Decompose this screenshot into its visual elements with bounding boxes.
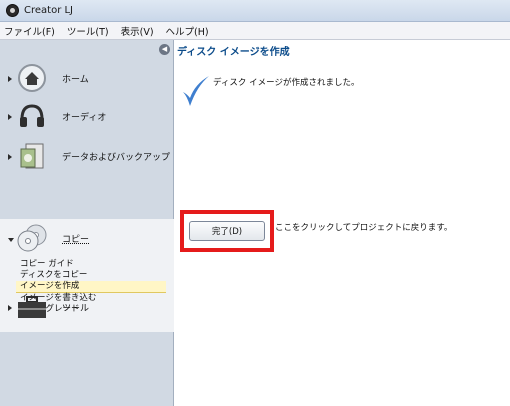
status-message: ディスク イメージが作成されました。 (213, 78, 360, 88)
sidebar-item-data-backup[interactable]: データおよびバックアップ (0, 137, 174, 175)
sidebar: ◀ ホーム オーディオ データおよびバックアップ コピー コピー ガイド ディス… (0, 40, 174, 406)
expand-arrow-icon (8, 154, 12, 160)
page-title: ディスク イメージを作成 (177, 47, 290, 58)
menu-help[interactable]: ヘルプ(H) (166, 24, 209, 38)
sidebar-item-audio[interactable]: オーディオ (0, 97, 174, 135)
sidebar-item-home[interactable]: ホーム (0, 59, 174, 97)
disc-copy-icon (16, 222, 48, 254)
toolbox-icon (16, 291, 48, 323)
expand-arrow-icon (8, 114, 12, 120)
finish-hint: ここをクリックしてプロジェクトに戻ります。 (275, 223, 453, 233)
sidebar-label-copy: コピー (62, 234, 90, 245)
sidebar-label-audio: オーディオ (62, 112, 107, 123)
subitem-copy-disc[interactable]: ディスクをコピー (20, 270, 87, 281)
expand-arrow-icon (8, 305, 12, 311)
subitem-copy-guide[interactable]: コピー ガイド (20, 259, 74, 270)
title-bar: Creator LJ (0, 0, 510, 22)
sidebar-item-copy[interactable]: コピー (0, 219, 174, 257)
menu-file[interactable]: ファイル(F) (4, 24, 55, 38)
data-backup-icon (16, 140, 48, 172)
window-title: Creator LJ (24, 5, 74, 16)
collapse-arrow-icon (8, 238, 14, 242)
sidebar-label-tools: ツール (62, 303, 90, 314)
menu-tools[interactable]: ツール(T) (67, 24, 109, 38)
headphones-icon (16, 100, 48, 132)
finish-button[interactable]: 完了(D) (189, 221, 265, 241)
menu-view[interactable]: 表示(V) (121, 24, 154, 38)
sidebar-item-tools[interactable]: ツール (0, 288, 174, 326)
expand-arrow-icon (8, 76, 12, 82)
sidebar-label-data-backup: データおよびバックアップ (62, 152, 171, 163)
highlight-box: 完了(D) (180, 210, 274, 252)
checkmark-icon (181, 74, 211, 111)
collapse-sidebar-icon[interactable]: ◀ (159, 44, 170, 55)
home-icon (16, 62, 48, 94)
menu-bar: ファイル(F) ツール(T) 表示(V) ヘルプ(H) (0, 22, 510, 40)
app-logo-icon (6, 4, 19, 17)
sidebar-label-home: ホーム (62, 74, 89, 85)
